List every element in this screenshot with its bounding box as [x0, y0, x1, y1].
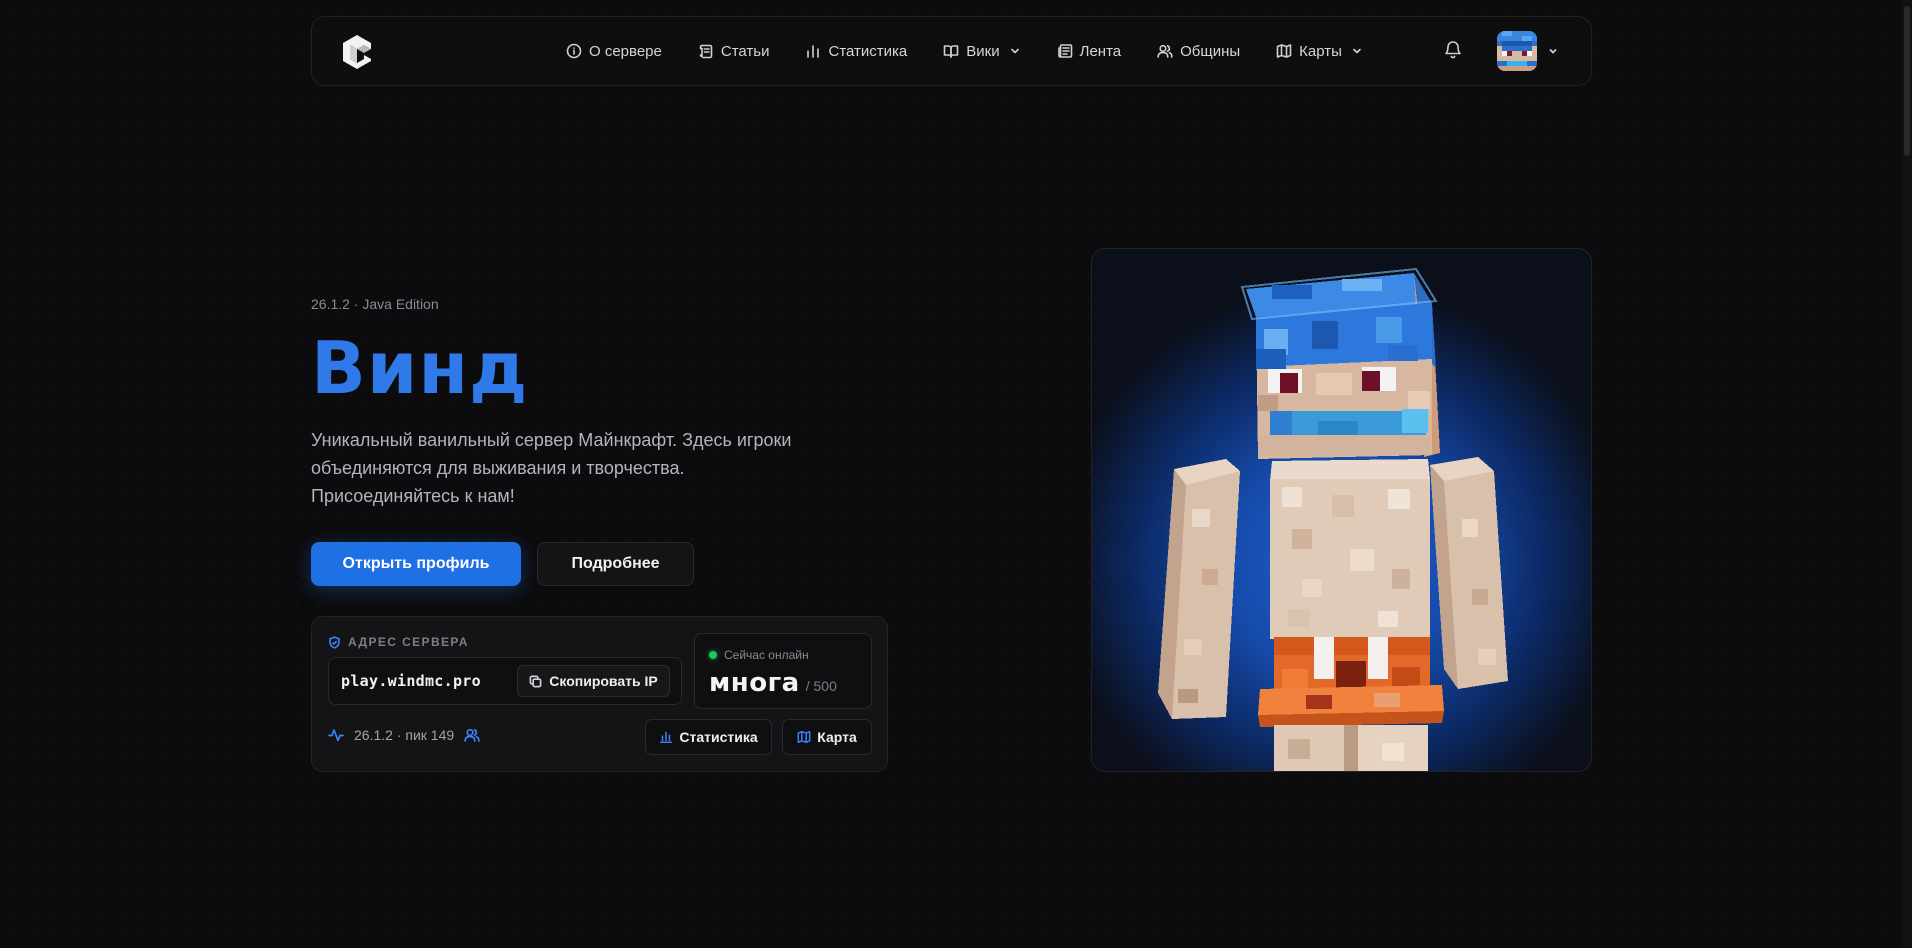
online-dot-icon [709, 651, 717, 659]
top-navbar: О сервере Статьи Статистика Вики Лента О… [311, 16, 1592, 86]
online-max: / 500 [805, 678, 837, 694]
avatar [1497, 31, 1537, 71]
bar-chart-icon [660, 731, 673, 743]
users-icon [464, 728, 480, 742]
minecraft-skin-image [1158, 267, 1508, 771]
nav-item-label: Карты [1299, 42, 1342, 60]
bar-chart-icon [807, 45, 820, 58]
nav-item-label: Вики [966, 42, 1000, 60]
users-icon [1157, 44, 1173, 58]
server-card: АДРЕС СЕРВЕРА play.windmc.pro Скопироват… [311, 616, 888, 772]
chevron-down-icon [1010, 48, 1019, 54]
scrollbar-thumb[interactable] [1904, 6, 1910, 156]
stats-button[interactable]: Статистика [645, 719, 772, 755]
page-title: Винд [311, 326, 529, 410]
nav-item-feed[interactable]: Лента [1039, 31, 1140, 71]
copy-icon [529, 675, 542, 687]
chevron-down-icon [1549, 48, 1557, 54]
learn-more-button[interactable]: Подробнее [537, 542, 694, 586]
nav-item-communities[interactable]: Общины [1139, 31, 1258, 71]
address-label-text: АДРЕС СЕРВЕРА [348, 635, 469, 649]
nav-item-maps[interactable]: Карты [1258, 31, 1381, 71]
map-icon [1276, 44, 1292, 58]
bell-icon [1445, 41, 1461, 59]
server-meta: 26.1.2 · пик 149 [328, 727, 480, 743]
main-menu: О сервере Статьи Статистика Вики Лента О… [548, 17, 1381, 85]
online-status: Сейчас онлайн многа / 500 [694, 633, 872, 709]
map-button[interactable]: Карта [782, 719, 872, 755]
nav-item-articles[interactable]: Статьи [680, 31, 788, 71]
nav-item-label: Статьи [720, 42, 770, 60]
page-scrollbar[interactable] [1902, 0, 1912, 948]
copy-ip-button[interactable]: Скопировать IP [517, 665, 670, 697]
server-address[interactable]: play.windmc.pro [341, 672, 481, 690]
player-skin-preview[interactable] [1091, 248, 1592, 772]
activity-icon [328, 729, 344, 742]
nav-item-wiki[interactable]: Вики [925, 31, 1038, 71]
online-count: многа [709, 668, 800, 698]
online-label-text: Сейчас онлайн [724, 648, 809, 662]
map-icon [797, 731, 811, 743]
scroll-icon [699, 44, 713, 59]
notifications-button[interactable] [1443, 39, 1467, 63]
nav-item-statistics[interactable]: Статистика [787, 31, 925, 71]
stats-button-label: Статистика [679, 729, 758, 745]
shield-check-icon [329, 635, 340, 649]
server-description: Уникальный ванильный сервер Майнкрафт. З… [311, 430, 792, 506]
server-version: 26.1.2 · Java Edition [311, 296, 439, 312]
nav-item-label: Статистика [828, 42, 908, 60]
address-label: АДРЕС СЕРВЕРА [328, 635, 469, 649]
nav-item-about[interactable]: О сервере [548, 31, 680, 71]
server-meta-text: 26.1.2 · пик 149 [354, 727, 455, 743]
newspaper-icon [1057, 44, 1072, 58]
book-icon [943, 45, 959, 58]
online-label: Сейчас онлайн [709, 648, 809, 662]
server-address-box: play.windmc.pro Скопировать IP [328, 657, 682, 705]
nav-item-label: Общины [1180, 42, 1241, 60]
user-menu[interactable] [1497, 31, 1559, 71]
open-profile-button[interactable]: Открыть профиль [311, 542, 521, 586]
online-value: многа / 500 [709, 668, 837, 698]
copy-ip-label: Скопировать IP [549, 673, 658, 689]
map-button-label: Карта [817, 729, 857, 745]
nav-item-label: Лента [1079, 42, 1122, 60]
site-logo[interactable] [338, 33, 376, 71]
chevron-down-icon [1353, 48, 1361, 54]
info-icon [566, 43, 582, 59]
nav-item-label: О сервере [589, 42, 662, 60]
